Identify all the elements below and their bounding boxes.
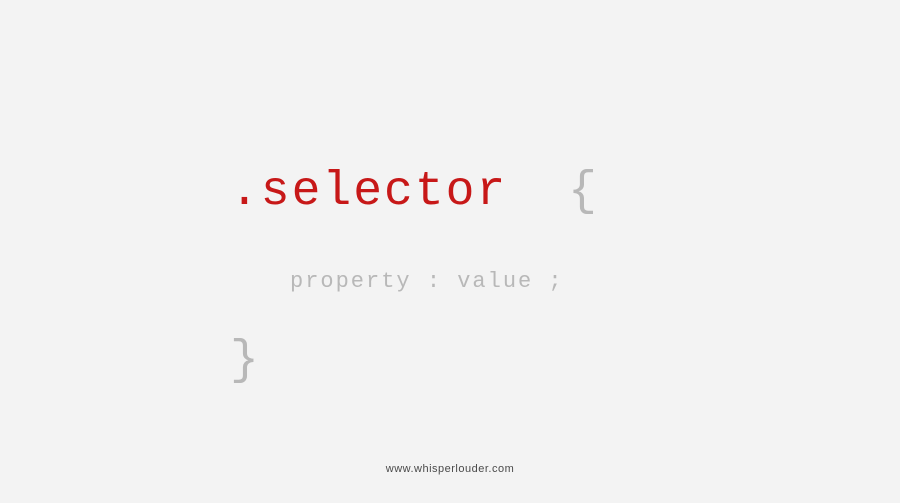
declaration-line: property : value ; bbox=[290, 269, 840, 294]
brace-open: { bbox=[568, 165, 599, 219]
selector-line: .selector { bbox=[230, 165, 840, 219]
footer-url: www.whisperlouder.com bbox=[0, 463, 900, 475]
css-syntax-illustration: .selector { property : value ; } bbox=[230, 165, 840, 388]
selector-text: .selector bbox=[230, 165, 507, 219]
brace-close: } bbox=[230, 334, 840, 388]
